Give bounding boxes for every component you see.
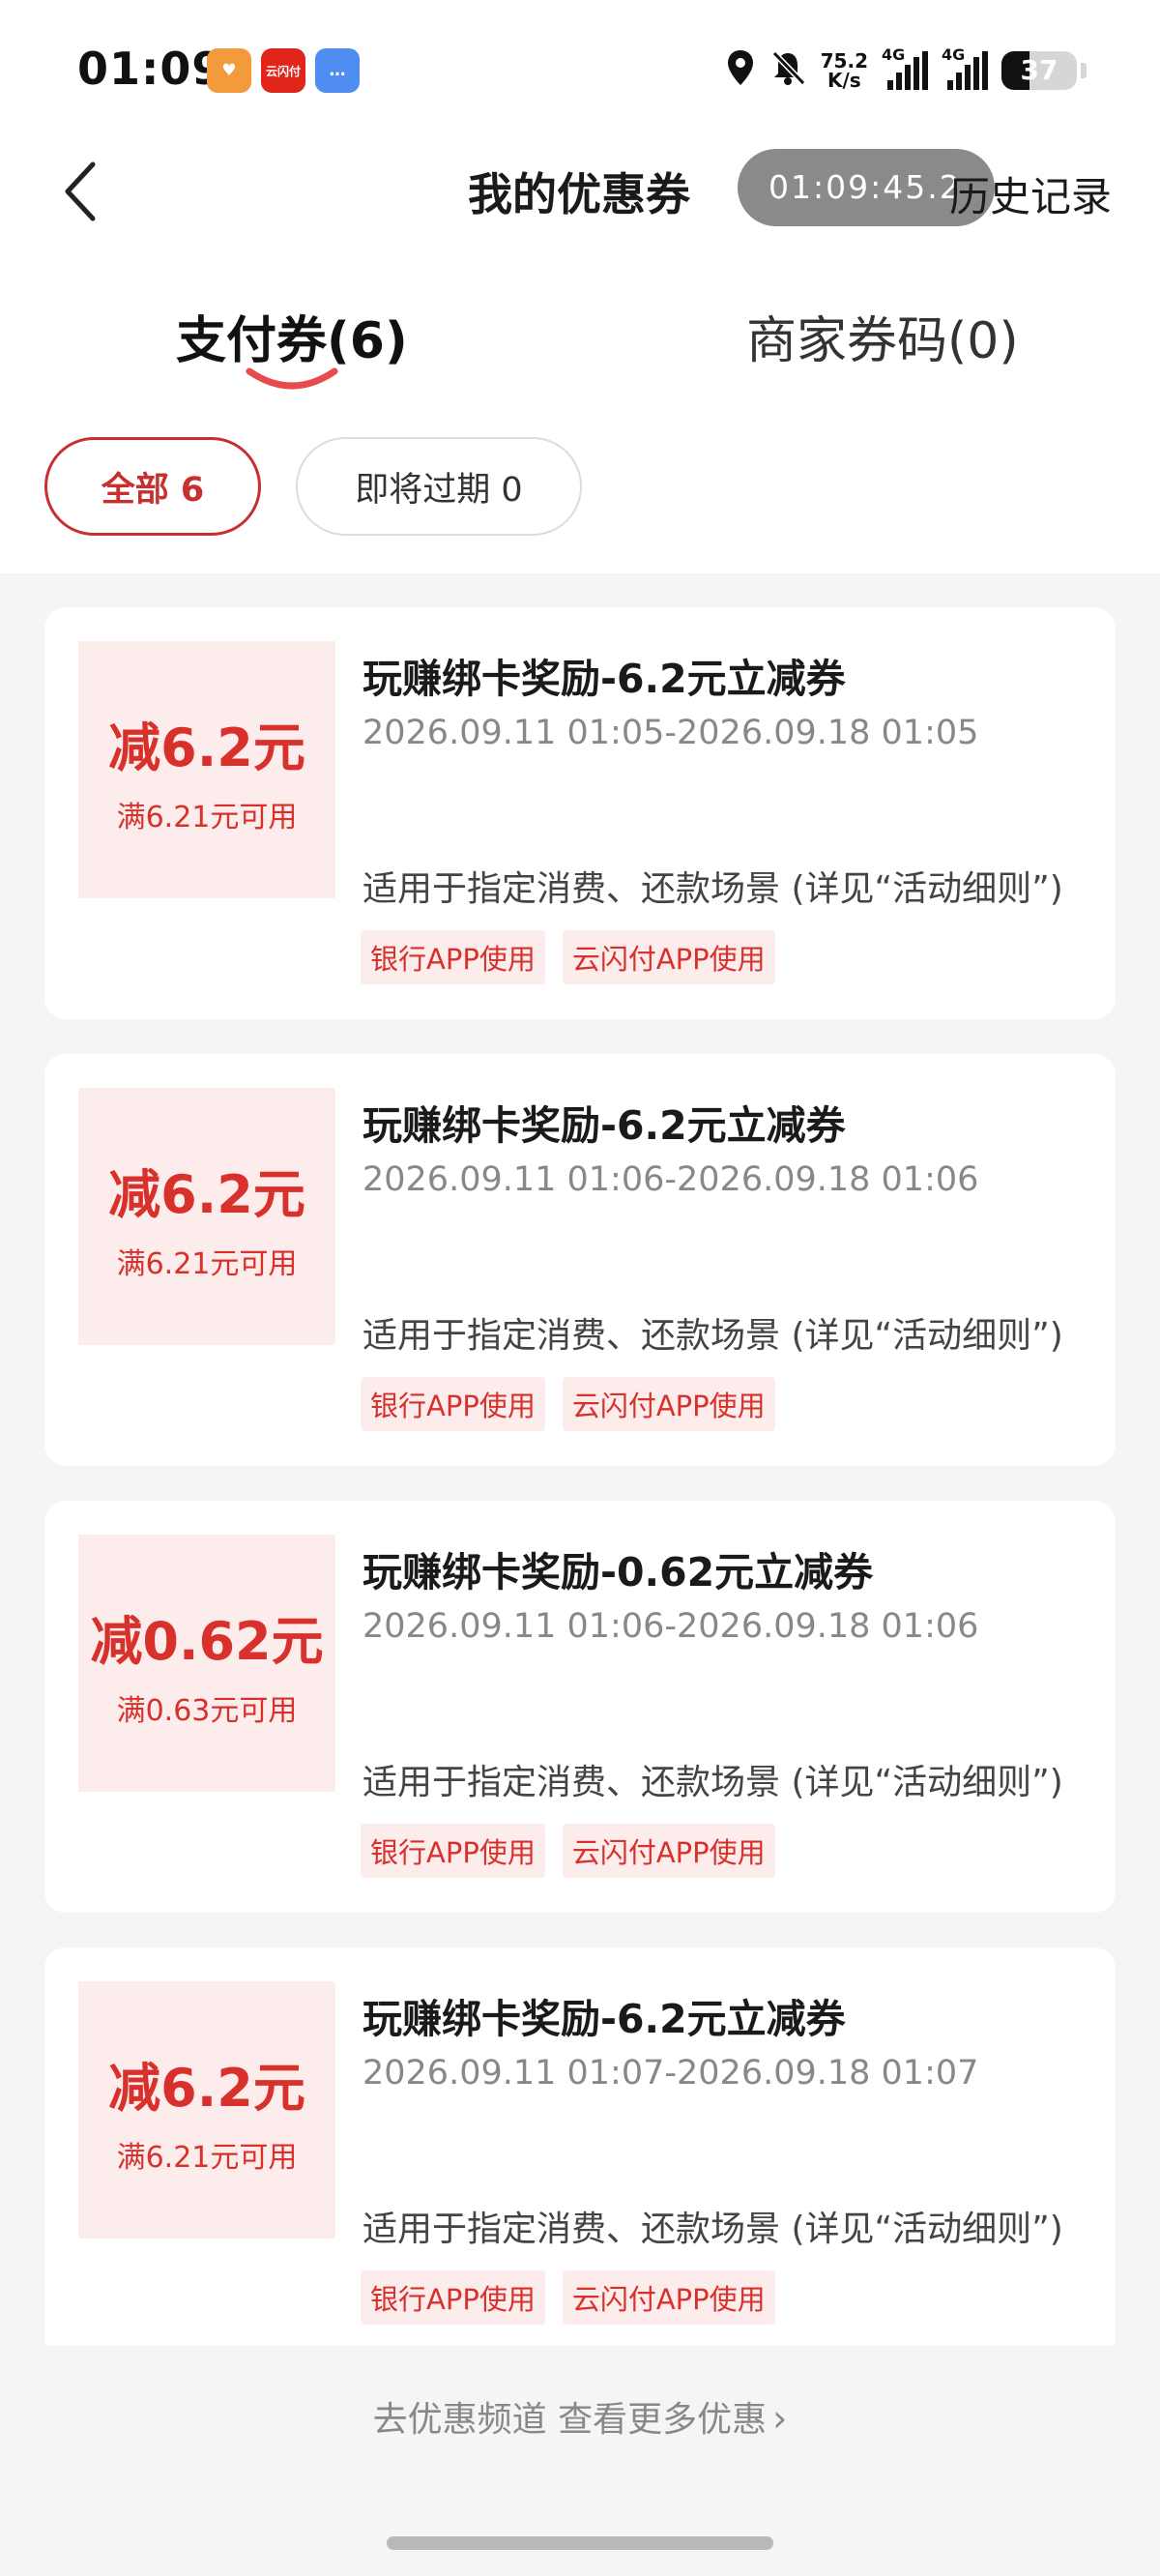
status-right: 75.2 K/s 4G 4G 37 [726, 44, 1087, 97]
signal-2-icon: 4G [942, 45, 988, 90]
coupon-title: 玩赚绑卡奖励-6.2元立减券 [362, 1996, 846, 2042]
home-indicator[interactable] [387, 2536, 773, 2550]
coupon-card[interactable]: 减6.2元 满6.21元可用 玩赚绑卡奖励-6.2元立减券 2026.09.11… [44, 1054, 1116, 1466]
tab-merchant-codes[interactable]: 商家券码(0) [746, 300, 1019, 372]
coupon-period: 2026.09.11 01:06-2026.09.18 01:06 [362, 1607, 979, 1646]
coupon-period: 2026.09.11 01:06-2026.09.18 01:06 [362, 1160, 979, 1199]
coupon-tags: 银行APP使用 云闪付APP使用 [361, 930, 775, 984]
battery-cap [1081, 63, 1087, 78]
filter-all-chip[interactable]: 全部 6 [44, 437, 261, 536]
coupon-card[interactable]: 减6.2元 满6.21元可用 玩赚绑卡奖励-6.2元立减券 2026.09.11… [44, 1947, 1116, 2359]
coupon-period: 2026.09.11 01:07-2026.09.18 01:07 [362, 2054, 979, 2093]
message-app-icon: … [315, 48, 360, 93]
coupon-value-box: 减6.2元 满6.21元可用 [78, 641, 335, 898]
coupon-amount: 减6.2元 [108, 717, 305, 778]
filter-expiring-chip[interactable]: 即将过期 0 [296, 437, 582, 536]
coupon-tag-unionpay-app: 云闪付APP使用 [562, 1377, 775, 1431]
coupon-description: 适用于指定消费、还款场景 (详见“活动细则”) [362, 1763, 1063, 1802]
history-button[interactable]: 历史记录 [949, 164, 1112, 223]
coupon-tag-bank-app: 银行APP使用 [361, 1377, 545, 1431]
coupon-tag-unionpay-app: 云闪付APP使用 [562, 2270, 775, 2325]
coupon-value-box: 减6.2元 满6.21元可用 [78, 1981, 335, 2239]
coupon-tag-bank-app: 银行APP使用 [361, 1824, 545, 1878]
signal-1-icon: 4G [882, 45, 928, 90]
coupon-tag-unionpay-app: 云闪付APP使用 [562, 930, 775, 984]
coupon-condition: 满0.63元可用 [116, 1693, 298, 1728]
coupon-description: 适用于指定消费、还款场景 (详见“活动细则”) [362, 869, 1063, 909]
coupon-condition: 满6.21元可用 [116, 2140, 298, 2175]
coupon-tag-bank-app: 银行APP使用 [361, 2270, 545, 2325]
heart-app-icon: ♥ [207, 48, 251, 93]
coupon-value-box: 减0.62元 满0.63元可用 [78, 1535, 335, 1792]
coupon-tag-unionpay-app: 云闪付APP使用 [562, 1824, 775, 1878]
status-bar: 01:09 ♥ 云闪付 … 75.2 K/s 4G 4G 37 [0, 0, 1160, 135]
coupon-period: 2026.09.11 01:05-2026.09.18 01:05 [362, 714, 979, 752]
coupon-card[interactable]: 减0.62元 满0.63元可用 玩赚绑卡奖励-0.62元立减券 2026.09.… [44, 1501, 1116, 1913]
coupon-tag-bank-app: 银行APP使用 [361, 930, 545, 984]
status-time: 01:09 [77, 43, 224, 95]
coupon-amount: 减6.2元 [108, 2057, 305, 2119]
coupon-title: 玩赚绑卡奖励-6.2元立减券 [362, 1102, 846, 1149]
tab-active-indicator [246, 367, 338, 390]
coupon-description: 适用于指定消费、还款场景 (详见“活动细则”) [362, 1316, 1063, 1356]
unionpay-app-icon: 云闪付 [261, 48, 305, 93]
coupon-condition: 满6.21元可用 [116, 800, 298, 834]
coupon-condition: 满6.21元可用 [116, 1246, 298, 1281]
coupon-description: 适用于指定消费、还款场景 (详见“活动细则”) [362, 2210, 1063, 2249]
coupon-amount: 减6.2元 [108, 1163, 305, 1225]
location-icon [726, 48, 755, 94]
coupon-value-box: 减6.2元 满6.21元可用 [78, 1088, 335, 1345]
coupon-tags: 银行APP使用 云闪付APP使用 [361, 2270, 775, 2325]
coupon-card[interactable]: 减6.2元 满6.21元可用 玩赚绑卡奖励-6.2元立减券 2026.09.11… [44, 607, 1116, 1019]
chevron-right-icon: › [772, 2397, 788, 2440]
coupon-title: 玩赚绑卡奖励-0.62元立减券 [362, 1549, 874, 1595]
coupon-tags: 银行APP使用 云闪付APP使用 [361, 1824, 775, 1878]
mute-bell-icon [768, 48, 807, 94]
coupon-title: 玩赚绑卡奖励-6.2元立减券 [362, 656, 846, 702]
coupon-amount: 减0.62元 [90, 1610, 324, 1672]
coupon-tags: 银行APP使用 云闪付APP使用 [361, 1377, 775, 1431]
net-speed: 75.2 K/s [820, 49, 868, 92]
more-offers-link[interactable]: 去优惠频道 查看更多优惠 › [0, 2391, 1160, 2442]
battery-icon: 37 [1001, 51, 1077, 90]
